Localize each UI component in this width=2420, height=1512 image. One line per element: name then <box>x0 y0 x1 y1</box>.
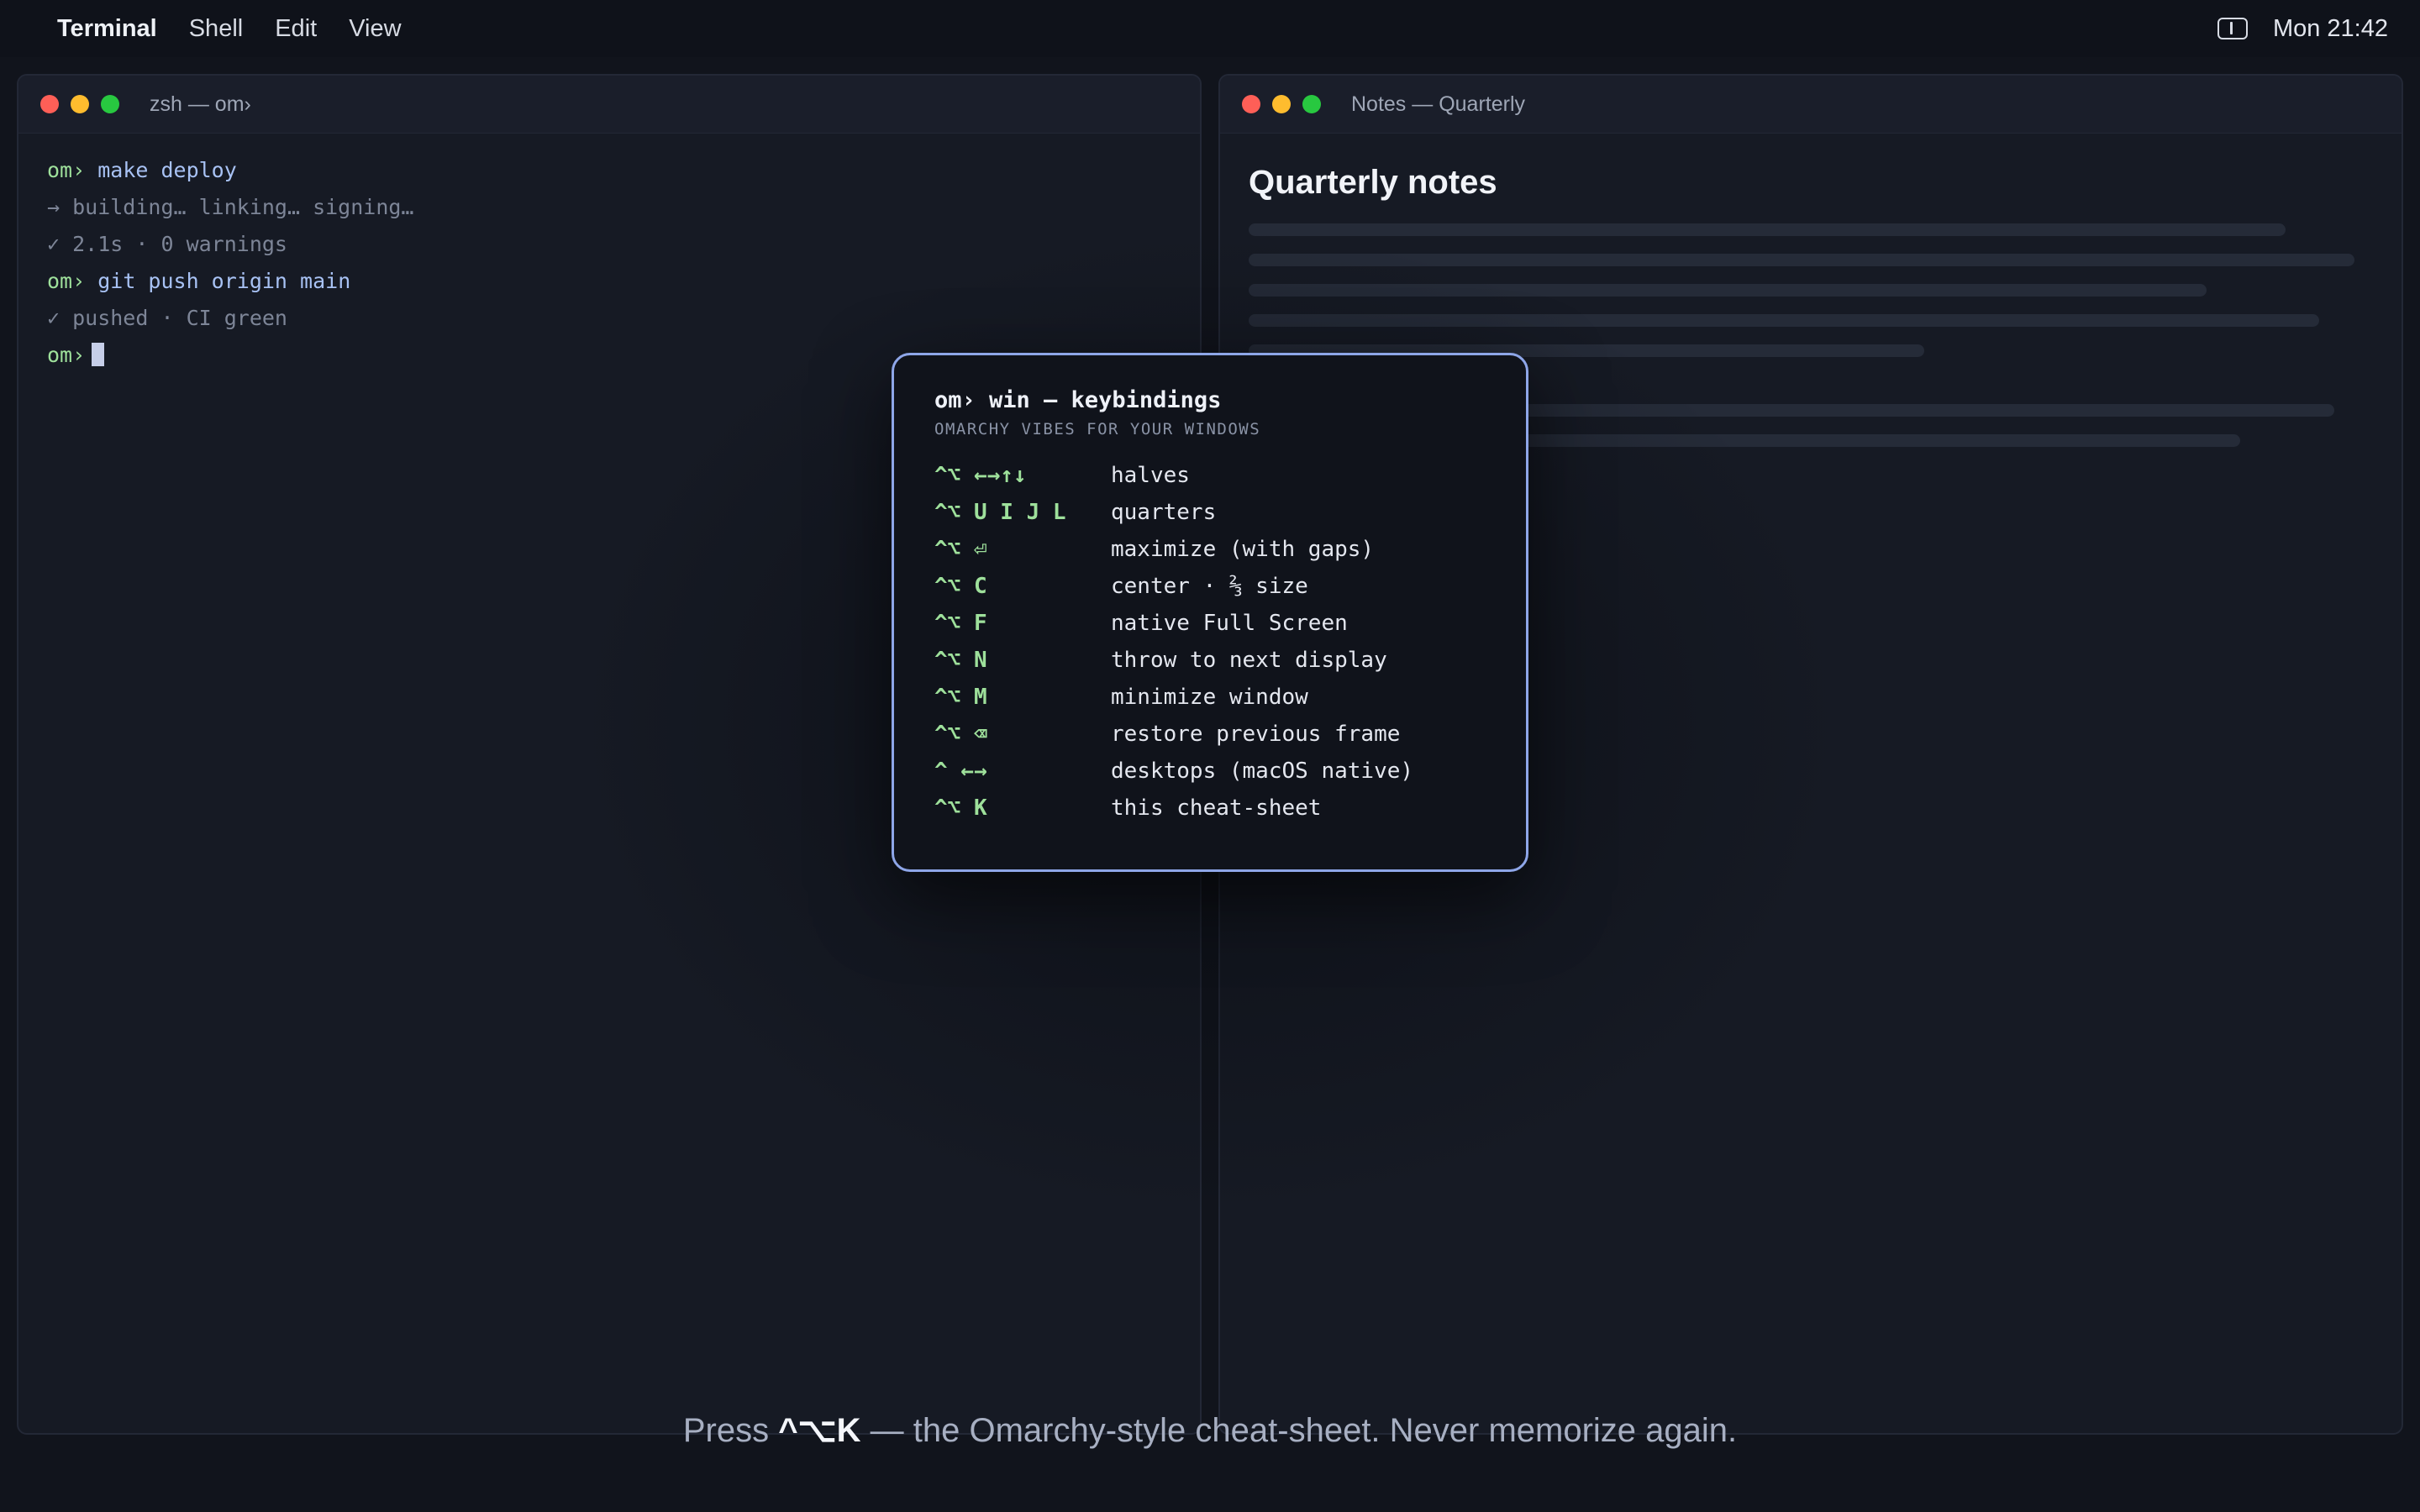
binding-description: quarters <box>1111 500 1217 525</box>
placeholder-line <box>1249 223 2286 236</box>
notes-window-title: Notes — Quarterly <box>1351 92 1526 116</box>
binding-description: minimize window <box>1111 685 1308 710</box>
zoom-button[interactable] <box>101 95 119 113</box>
placeholder-line <box>1249 314 2319 327</box>
notes-heading: Quarterly notes <box>1249 164 1497 201</box>
zoom-button[interactable] <box>1302 95 1321 113</box>
menubar-status-area: Mon 21:42 <box>2217 0 2388 57</box>
binding-row: ^⌥ ←→↑↓ halves <box>934 457 1486 494</box>
menu-list: Terminal Shell Edit View <box>57 15 402 43</box>
terminal-prompt: om› <box>47 343 86 367</box>
binding-keys: ^⌥ F <box>934 611 987 636</box>
binding-row: ^⌥ F native Full Screen <box>934 605 1486 642</box>
binding-row: ^⌥ C center · ⅔ size <box>934 568 1486 605</box>
menubar-clock[interactable]: Mon 21:42 <box>2273 15 2388 43</box>
placeholder-line <box>1249 284 2207 297</box>
binding-keys: ^⌥ ⌫ <box>934 722 987 747</box>
terminal-output-text: ✓ pushed · CI green <box>47 306 287 330</box>
terminal-command: git push origin main <box>97 269 351 293</box>
binding-keys: ^⌥ ⏎ <box>934 537 987 562</box>
binding-keys: ^⌥ K <box>934 795 987 821</box>
binding-description: native Full Screen <box>1111 611 1348 636</box>
binding-row: ^⌥ ⏎ maximize (with gaps) <box>934 531 1486 568</box>
minimize-button[interactable] <box>71 95 89 113</box>
binding-description: center · ⅔ size <box>1111 574 1308 599</box>
terminal-cursor[interactable] <box>92 343 105 366</box>
promo-caption: Press ^⌥K — the Omarchy-style cheat-shee… <box>0 1411 2420 1450</box>
caption-prefix: Press <box>682 1412 779 1449</box>
terminal-titlebar[interactable]: zsh — om› <box>18 76 1200 134</box>
binding-keys: ^⌥ ←→↑↓ <box>934 463 1027 488</box>
keybindings-cheatsheet[interactable]: om› win — keybindings OMARCHY VIBES FOR … <box>892 353 1528 872</box>
terminal-line: ✓ 2.1s · 0 warnings <box>47 226 1171 263</box>
terminal-line: ✓ pushed · CI green <box>47 300 1171 337</box>
binding-row: ^⌥ N throw to next display <box>934 642 1486 679</box>
placeholder-line <box>1249 254 2354 266</box>
menu-bar: Terminal Shell Edit View Mon 21:42 <box>0 0 2420 57</box>
binding-row: ^⌥ K this cheat-sheet <box>934 790 1486 827</box>
binding-keys: ^⌥ M <box>934 685 987 710</box>
notes-titlebar[interactable]: Notes — Quarterly <box>1220 76 2402 134</box>
terminal-line: om› make deploy <box>47 152 1171 189</box>
terminal-prompt: om› <box>47 269 86 293</box>
cheatsheet-subtitle: OMARCHY VIBES FOR YOUR WINDOWS <box>934 420 1261 438</box>
window-controls <box>40 95 119 113</box>
menu-view[interactable]: View <box>349 15 401 43</box>
menu-edit[interactable]: Edit <box>275 15 317 43</box>
binding-description: halves <box>1111 463 1190 488</box>
app-menu-terminal[interactable]: Terminal <box>57 15 157 43</box>
binding-keys: ^⌥ U I J L <box>934 500 1066 525</box>
binding-keys: ^⌥ C <box>934 574 987 599</box>
binding-description: desktops (macOS native) <box>1111 759 1414 784</box>
sidebar-toggle-icon[interactable] <box>2217 18 2248 39</box>
terminal-command: make deploy <box>97 158 237 182</box>
binding-description: this cheat-sheet <box>1111 795 1322 821</box>
binding-keys: ^ ←→ <box>934 759 987 784</box>
cheatsheet-title: om› win — keybindings <box>934 387 1222 413</box>
binding-description: restore previous frame <box>1111 722 1401 747</box>
minimize-button[interactable] <box>1272 95 1291 113</box>
binding-row: ^⌥ M minimize window <box>934 679 1486 716</box>
terminal-line: → building… linking… signing… <box>47 189 1171 226</box>
terminal-window-title: zsh — om› <box>150 92 251 116</box>
close-button[interactable] <box>40 95 59 113</box>
binding-keys: ^⌥ N <box>934 648 987 673</box>
terminal-output-text: ✓ 2.1s · 0 warnings <box>47 232 287 256</box>
window-controls <box>1242 95 1321 113</box>
binding-row: ^ ←→ desktops (macOS native) <box>934 753 1486 790</box>
terminal-prompt: om› <box>47 158 86 182</box>
caption-shortcut: ^⌥K <box>778 1412 861 1449</box>
terminal-line: om› git push origin main <box>47 263 1171 300</box>
menu-shell[interactable]: Shell <box>189 15 244 43</box>
binding-description: throw to next display <box>1111 648 1387 673</box>
binding-description: maximize (with gaps) <box>1111 537 1375 562</box>
close-button[interactable] <box>1242 95 1260 113</box>
binding-row: ^⌥ U I J L quarters <box>934 494 1486 531</box>
terminal-output-text: → building… linking… signing… <box>47 195 414 219</box>
binding-row: ^⌥ ⌫ restore previous frame <box>934 716 1486 753</box>
caption-suffix: — the Omarchy-style cheat-sheet. Never m… <box>860 1412 1738 1449</box>
